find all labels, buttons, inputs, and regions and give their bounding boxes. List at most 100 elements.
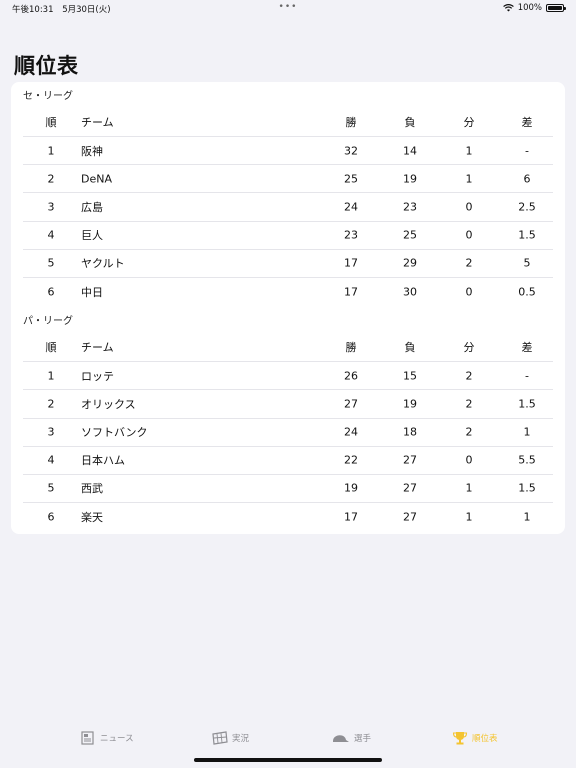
- losses-cell: 27: [403, 481, 417, 495]
- tab-live-label: 実況: [232, 734, 250, 744]
- status-time: 午後10:31: [12, 5, 54, 15]
- col-loss: 負: [404, 116, 416, 129]
- losses-cell: 23: [403, 200, 417, 214]
- team-name-cell: 阪神: [81, 144, 103, 158]
- wifi-icon: [502, 4, 514, 12]
- games-behind-cell: 1.5: [518, 397, 536, 411]
- status-bar: 午後10:31 5月30日(火) ••• 100%: [0, 0, 576, 16]
- games-behind-cell: 5.5: [518, 453, 536, 467]
- tab-players[interactable]: 選手: [330, 730, 371, 746]
- table-row[interactable]: 2 DeNA 25 19 1 6: [23, 164, 553, 192]
- scoreboard-icon: [212, 731, 228, 745]
- team-name-cell: 日本ハム: [81, 454, 125, 468]
- draws-cell: 0: [465, 228, 473, 242]
- table-row[interactable]: 2 オリックス 27 19 2 1.5: [23, 389, 553, 417]
- table-row[interactable]: 4 巨人 23 25 0 1.5: [23, 220, 553, 249]
- baseball-cap-icon: [333, 735, 349, 742]
- losses-cell: 27: [403, 510, 417, 524]
- games-behind-cell: 1: [523, 510, 531, 524]
- home-indicator[interactable]: [194, 758, 382, 762]
- team-name-cell: ソフトバンク: [81, 426, 148, 440]
- table-row[interactable]: 4 日本ハム 22 27 0 5.5: [23, 445, 553, 474]
- team-name-cell: ヤクルト: [81, 257, 125, 271]
- multitasking-dots-icon[interactable]: •••: [279, 2, 298, 12]
- draws-cell: 2: [465, 425, 473, 439]
- games-behind-cell: -: [525, 369, 529, 383]
- rank-cell: 1: [47, 144, 55, 158]
- table-row[interactable]: 1 ロッテ 26 15 2 -: [23, 361, 553, 389]
- wins-cell: 17: [344, 285, 358, 299]
- table-row[interactable]: 6 中日 17 30 0 0.5: [23, 276, 553, 305]
- losses-cell: 30: [403, 285, 417, 299]
- rank-cell: 3: [47, 200, 55, 214]
- pacific-standings-list: 1 ロッテ 26 15 2-2 オリックス 27 19 2 1.5 3 ソフトバンク 24 18 2 1 4 日本…: [23, 361, 553, 530]
- league-header-pacific: パ・リーグ: [23, 316, 73, 328]
- col-loss: 負: [404, 341, 416, 355]
- games-behind-cell: 1.5: [518, 481, 536, 495]
- wins-cell: 17: [344, 256, 358, 270]
- table-row[interactable]: 5 ヤクルト 17 29 2 5: [23, 248, 553, 277]
- wins-cell: 27: [344, 397, 358, 411]
- table-row[interactable]: 3 ソフトバンク 24 18 2 1: [23, 417, 553, 446]
- wins-cell: 23: [344, 228, 358, 242]
- games-behind-cell: 0.5: [518, 285, 536, 299]
- rank-cell: 4: [47, 228, 55, 242]
- wins-cell: 17: [344, 510, 358, 524]
- table-row[interactable]: 3 広島 24 23 0 2.5: [23, 192, 553, 220]
- tab-standings[interactable]: 順位表: [452, 730, 498, 746]
- table-header: 順 チーム 勝 負 分 差: [23, 333, 553, 361]
- tab-players-label: 選手: [354, 734, 372, 744]
- games-behind-cell: 6: [523, 172, 531, 186]
- games-behind-cell: -: [525, 144, 529, 158]
- battery-percent: 100%: [517, 3, 542, 13]
- tab-news-label: ニュース: [100, 734, 134, 744]
- losses-cell: 19: [403, 397, 417, 411]
- table-row[interactable]: 5 西武 19 27 1 1.5: [23, 473, 553, 502]
- draws-cell: 1: [465, 481, 473, 495]
- table-header: 順 チーム 勝 負 分 差: [23, 108, 553, 136]
- rank-cell: 5: [47, 256, 55, 270]
- wins-cell: 24: [344, 425, 358, 439]
- draws-cell: 2: [465, 256, 473, 270]
- team-name-cell: 楽天: [81, 510, 103, 524]
- col-games-behind: 差: [521, 341, 533, 355]
- losses-cell: 27: [403, 453, 417, 467]
- table-row[interactable]: 1 阪神 32 14 1 -: [23, 136, 553, 164]
- wins-cell: 24: [344, 200, 358, 214]
- rank-cell: 5: [47, 481, 55, 495]
- wins-cell: 26: [344, 369, 358, 383]
- team-name-cell: DeNA: [81, 172, 112, 186]
- tab-live[interactable]: 実況: [212, 730, 249, 746]
- col-rank: 順: [45, 116, 57, 129]
- team-name-cell: ロッテ: [81, 369, 114, 383]
- tab-news[interactable]: ニュース: [80, 730, 134, 746]
- draws-cell: 0: [465, 453, 473, 467]
- standings-card: セ・リーグ 順 チーム 勝 負 分 差 1 阪神 32 14 1-2 DeNA 25 19 1 6…: [11, 82, 565, 534]
- newspaper-icon: [81, 731, 94, 745]
- rank-cell: 6: [47, 510, 55, 524]
- central-standings-list: 1 阪神 32 14 1-2 DeNA 25 19 1 6 3 広島 24 23 0 2.5 4 巨人 23 25 0 1…: [23, 136, 553, 305]
- col-team: チーム: [81, 341, 114, 355]
- draws-cell: 1: [465, 510, 473, 524]
- rank-cell: 3: [47, 425, 55, 439]
- wins-cell: 32: [344, 144, 358, 158]
- draws-cell: 1: [465, 172, 473, 186]
- games-behind-cell: 1.5: [518, 228, 536, 242]
- status-time-date: 午後10:31 5月30日(火): [12, 3, 117, 15]
- games-behind-cell: 2.5: [518, 200, 536, 214]
- wins-cell: 25: [344, 172, 358, 186]
- rank-cell: 2: [47, 172, 55, 186]
- team-name-cell: 中日: [81, 285, 103, 299]
- draws-cell: 0: [465, 200, 473, 214]
- draws-cell: 2: [465, 397, 473, 411]
- col-rank: 順: [45, 341, 57, 355]
- wins-cell: 22: [344, 453, 358, 467]
- losses-cell: 29: [403, 256, 417, 270]
- col-win: 勝: [345, 116, 357, 129]
- table-row[interactable]: 6 楽天 17 27 1 1: [23, 502, 553, 530]
- wins-cell: 19: [344, 481, 358, 495]
- games-behind-cell: 1: [523, 425, 531, 439]
- team-name-cell: 西武: [81, 482, 103, 496]
- league-header-central: セ・リーグ: [23, 91, 73, 102]
- games-behind-cell: 5: [523, 256, 531, 270]
